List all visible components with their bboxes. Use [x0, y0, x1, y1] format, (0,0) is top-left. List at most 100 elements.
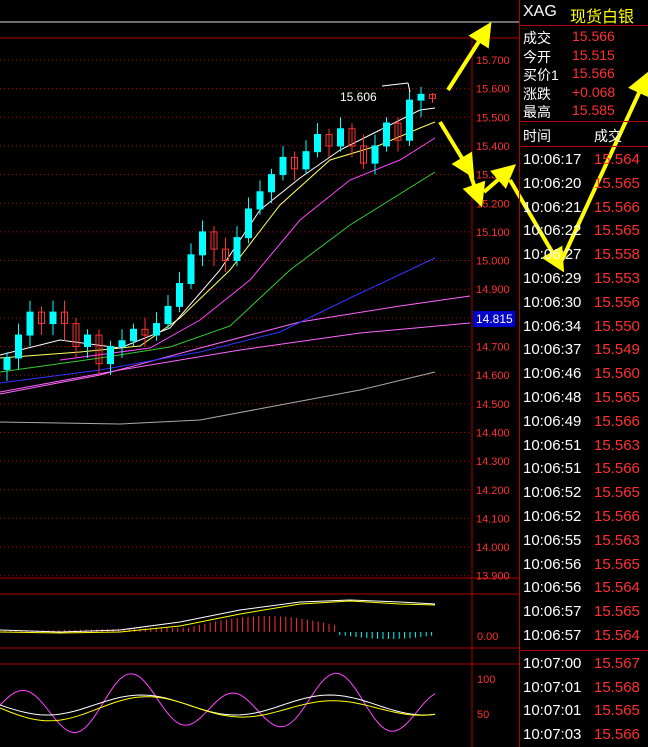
tick-price: 15.565 — [594, 174, 640, 192]
price-tick-label: 14.900 — [476, 284, 510, 296]
price-tick-label: 15.500 — [476, 112, 510, 124]
quote-row: 涨跌 +0.068 — [520, 83, 648, 102]
candle — [164, 294, 172, 330]
macd-dea-line — [0, 600, 436, 634]
candle — [38, 306, 45, 336]
candle — [15, 323, 22, 370]
price-tick-label: 13.900 — [476, 571, 510, 583]
candle — [371, 134, 379, 175]
tick-price: 15.553 — [594, 270, 640, 287]
tick-row: 10:06:52 15.565 — [520, 481, 648, 505]
ticks-separator — [520, 650, 648, 651]
symbol-code: XAG — [523, 3, 557, 20]
tick-row: 10:06:48 15.565 — [520, 386, 648, 410]
price-tick-label: 15.600 — [476, 84, 510, 96]
candle — [302, 140, 310, 175]
tick-price: 15.566 — [594, 726, 640, 744]
price-tick-label: 14.600 — [476, 370, 510, 382]
tick-time: 10:06:20 — [523, 174, 582, 192]
tick-time: 10:06:49 — [523, 412, 582, 430]
macd-dif-line — [0, 599, 436, 633]
tick-time: 10:06:55 — [523, 531, 582, 549]
current-price-tag: 14.815 — [476, 312, 513, 326]
quote-row: 成交 15.566 — [520, 27, 648, 46]
tick-row: 10:06:34 15.550 — [520, 315, 648, 339]
tick-time: 10:06:51 — [523, 436, 582, 454]
ticks-header-time: 时间 — [523, 128, 551, 144]
price-tick-label: 14.300 — [476, 456, 510, 468]
candle — [256, 180, 264, 215]
price-tick-label: 14.200 — [476, 485, 510, 497]
candle — [176, 272, 183, 313]
ma-line — [0, 171, 436, 373]
quote-value: 15.566 — [572, 28, 615, 44]
tick-price: 15.566 — [594, 508, 640, 525]
tick-row: 10:06:20 15.565 — [520, 172, 648, 196]
price-tick-label: 15.100 — [476, 227, 510, 239]
quote-value: 15.566 — [572, 65, 615, 81]
tick-time: 10:06:34 — [523, 317, 582, 335]
tick-row: 10:06:21 15.566 — [520, 196, 648, 220]
price-tick-label: 15.200 — [476, 198, 510, 210]
tick-price: 15.565 — [594, 702, 640, 720]
tick-row: 10:06:30 15.556 — [520, 291, 648, 315]
tick-price: 15.563 — [594, 531, 640, 549]
tick-row: 10:07:01 15.568 — [520, 676, 648, 700]
tick-time: 10:06:48 — [523, 389, 582, 406]
tick-price: 15.556 — [594, 293, 640, 311]
quote-row: 今开 15.515 — [520, 46, 648, 65]
tick-row: 10:07:01 15.565 — [520, 699, 648, 723]
candle — [325, 128, 333, 158]
tick-time: 10:06:17 — [523, 151, 582, 168]
tick-row: 10:06:17 15.564 — [520, 148, 648, 172]
quote-side-panel: XAG 现货白银 成交 15.566 今开 15.515 买价1 15.566 涨跌 +0.0… — [519, 0, 648, 747]
candle — [141, 317, 149, 347]
tick-price: 15.566 — [594, 460, 640, 478]
candlestick-chart-area[interactable]: 15.700 15.600 15.500 15.400 15.300 15.200 15.1… — [0, 0, 648, 747]
ma-line — [0, 322, 471, 393]
tick-row: 10:06:56 15.565 — [520, 553, 648, 577]
candle — [107, 340, 114, 376]
candle — [383, 117, 390, 152]
tick-time: 10:07:03 — [523, 726, 582, 744]
tick-time: 10:06:56 — [523, 579, 582, 597]
tick-price: 15.566 — [594, 198, 640, 216]
candle — [406, 88, 413, 146]
candle — [314, 123, 321, 158]
tick-row: 10:06:22 15.565 — [520, 219, 648, 243]
candle — [417, 86, 425, 118]
candle — [279, 145, 287, 181]
tick-price: 15.565 — [594, 603, 640, 621]
tick-row: 10:06:27 15.558 — [520, 243, 648, 267]
symbol-header[interactable]: XAG 现货白银 — [520, 0, 648, 26]
tick-price: 15.565 — [594, 555, 640, 573]
tick-row: 10:06:55 15.563 — [520, 529, 648, 553]
tick-time: 10:06:57 — [523, 627, 582, 644]
kdj-axis-50: 50 — [477, 709, 489, 721]
tick-time: 10:06:22 — [523, 222, 582, 240]
ma-line — [59, 137, 436, 361]
candle — [222, 237, 229, 273]
price-chart[interactable]: 15.700 15.600 15.500 15.400 15.300 15.200 15.1… — [0, 0, 519, 747]
macd-indicator — [0, 599, 436, 639]
candle — [84, 329, 91, 358]
price-tick-label: 14.500 — [476, 399, 510, 411]
symbol-name: 现货白银 — [570, 9, 635, 26]
candle — [187, 243, 195, 290]
tick-price: 15.566 — [594, 412, 640, 430]
price-tick-label: 14.700 — [476, 342, 510, 354]
tick-time: 10:06:52 — [523, 508, 582, 525]
tick-price: 15.558 — [594, 246, 640, 264]
ticks-header-price: 成交 — [594, 128, 622, 144]
candle — [337, 117, 344, 152]
tick-time: 10:06:56 — [523, 555, 582, 573]
quote-label: 最高 — [523, 104, 551, 120]
tick-time: 10:06:57 — [523, 603, 582, 621]
tick-time: 10:07:01 — [523, 678, 582, 696]
quote-value: +0.068 — [572, 83, 616, 100]
high-marker-line — [381, 82, 409, 87]
tick-row: 10:06:51 15.563 — [520, 434, 648, 458]
kdj-indicator — [0, 672, 436, 734]
tick-row: 10:06:37 15.549 — [520, 338, 648, 362]
tick-row: 10:06:57 15.565 — [520, 600, 648, 624]
